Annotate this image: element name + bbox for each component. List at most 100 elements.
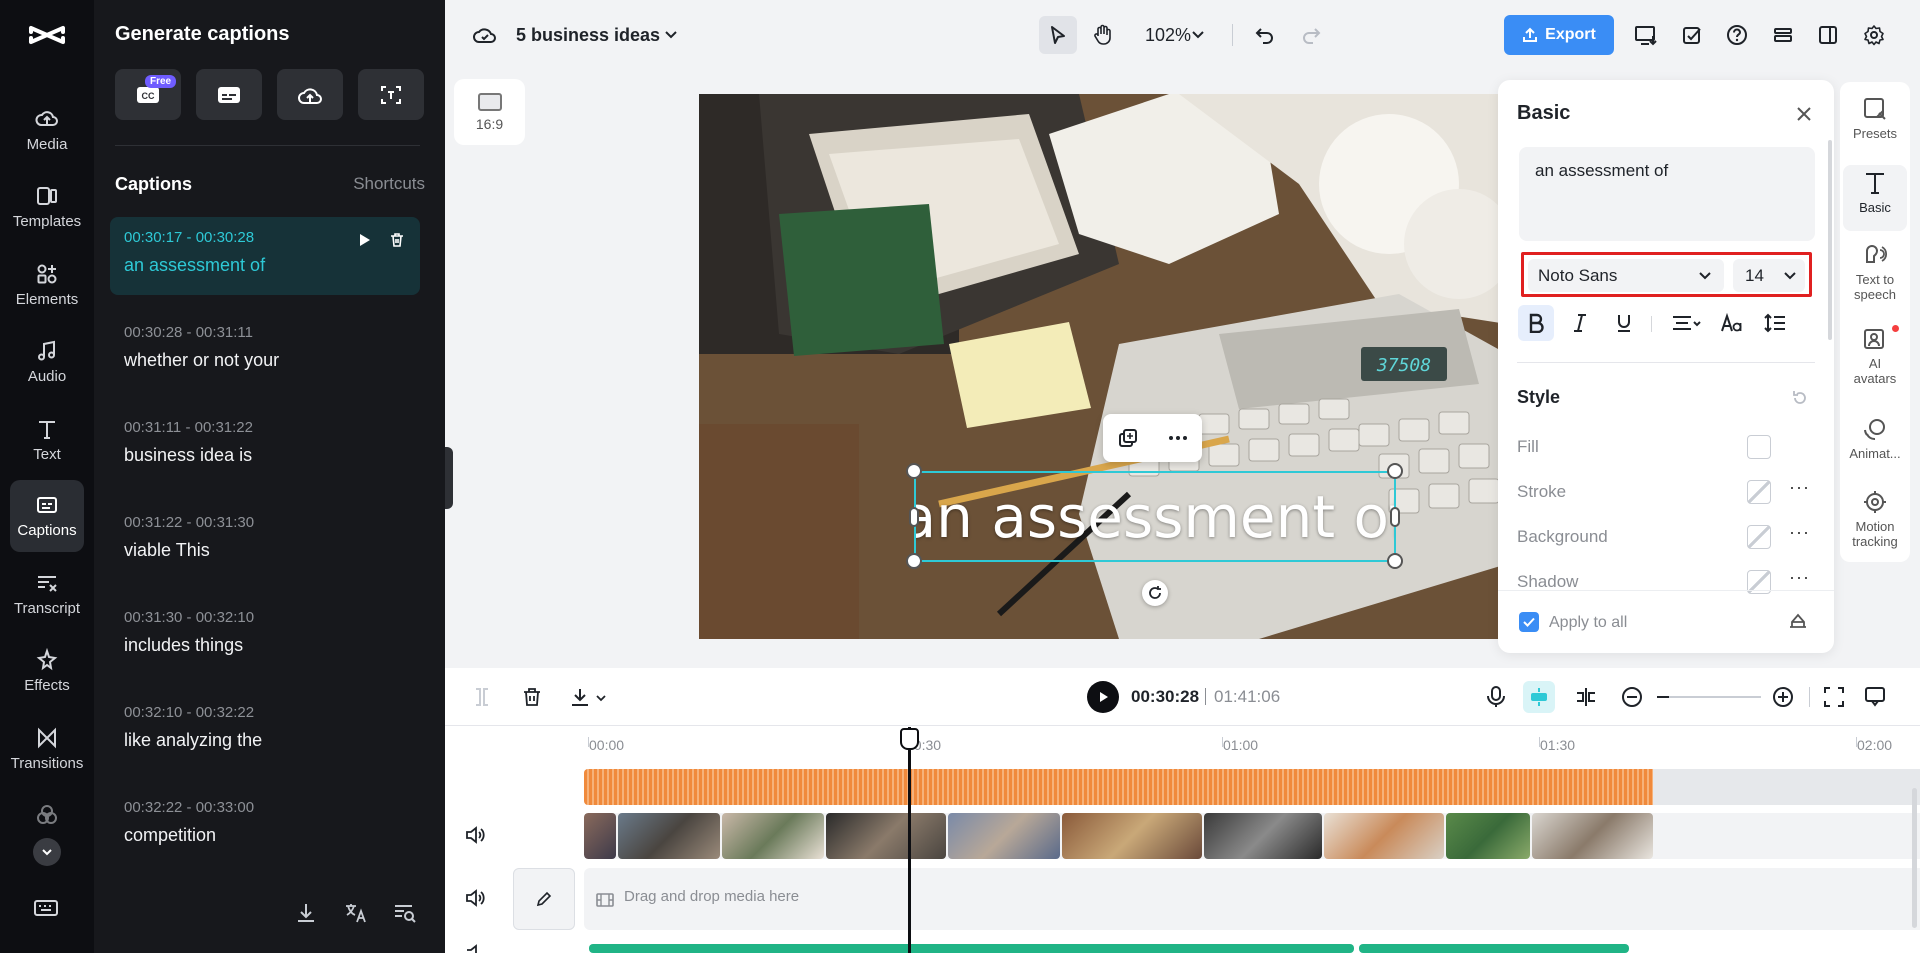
caption-track-clip[interactable] bbox=[589, 944, 1354, 953]
sidebar-item-transcript[interactable]: Transcript bbox=[10, 558, 84, 630]
video-clip[interactable] bbox=[1446, 813, 1530, 859]
select-tool-button[interactable] bbox=[1039, 16, 1077, 54]
trash-icon[interactable] bbox=[388, 231, 406, 249]
keyboard-shortcuts-button[interactable] bbox=[33, 898, 59, 918]
bold-button[interactable] bbox=[1518, 305, 1554, 341]
text-case-button[interactable] bbox=[1714, 305, 1750, 341]
scan-captions-button[interactable] bbox=[358, 69, 424, 120]
zoom-out-icon[interactable] bbox=[1621, 686, 1643, 708]
tab-basic[interactable]: Basic bbox=[1843, 165, 1907, 231]
hand-tool-button[interactable] bbox=[1090, 22, 1116, 48]
resize-handle[interactable] bbox=[906, 463, 922, 479]
resize-handle[interactable] bbox=[906, 553, 922, 569]
upload-captions-button[interactable] bbox=[277, 69, 343, 120]
play-button[interactable] bbox=[1087, 681, 1119, 713]
microphone-icon[interactable] bbox=[1485, 685, 1507, 709]
align-button[interactable] bbox=[1664, 305, 1708, 341]
panel-collapse-handle[interactable] bbox=[445, 447, 453, 509]
eraser-icon[interactable] bbox=[1787, 611, 1809, 631]
chevron-down-icon[interactable] bbox=[664, 28, 678, 42]
sidebar-item-transitions[interactable]: Transitions bbox=[10, 713, 84, 785]
present-button[interactable] bbox=[1633, 22, 1659, 48]
export-button[interactable]: Export bbox=[1504, 15, 1614, 55]
split-link-icon[interactable] bbox=[1574, 686, 1598, 708]
font-size-select[interactable]: 14 bbox=[1733, 259, 1805, 292]
aspect-ratio-button[interactable]: 16:9 bbox=[454, 79, 525, 145]
fit-screen-icon[interactable] bbox=[1823, 686, 1845, 708]
close-icon[interactable] bbox=[1794, 104, 1814, 124]
caption-item[interactable]: 00:31:11 - 00:31:22 business idea is bbox=[110, 407, 420, 485]
magnet-toggle[interactable] bbox=[1523, 681, 1555, 713]
search-replace-icon[interactable] bbox=[392, 900, 418, 926]
timeline-scrollbar[interactable] bbox=[1912, 788, 1917, 928]
zoom-slider[interactable] bbox=[1657, 696, 1761, 698]
tab-presets[interactable]: Presets bbox=[1840, 96, 1910, 141]
sidebar-item-audio[interactable]: Audio bbox=[10, 326, 84, 398]
auto-captions-button[interactable]: CC Free bbox=[115, 69, 181, 120]
stroke-color-swatch[interactable] bbox=[1747, 480, 1771, 504]
resize-handle[interactable] bbox=[1387, 553, 1403, 569]
zoom-in-icon[interactable] bbox=[1772, 686, 1794, 708]
selection-box[interactable] bbox=[914, 471, 1396, 562]
sidebar-item-captions[interactable]: Captions bbox=[10, 480, 84, 552]
video-clip[interactable] bbox=[1204, 813, 1322, 859]
video-clip[interactable] bbox=[1324, 813, 1444, 859]
video-clip[interactable] bbox=[1532, 813, 1653, 859]
trash-icon[interactable] bbox=[521, 686, 543, 708]
video-clip[interactable] bbox=[948, 813, 1060, 859]
caption-text[interactable]: like analyzing the bbox=[124, 730, 420, 751]
split-icon[interactable] bbox=[472, 686, 492, 708]
video-clip[interactable] bbox=[618, 813, 720, 859]
settings-button[interactable] bbox=[1861, 22, 1887, 48]
speaker-icon[interactable] bbox=[464, 887, 486, 909]
caption-text[interactable]: competition bbox=[124, 825, 420, 846]
download-icon[interactable] bbox=[569, 686, 591, 708]
layout-button[interactable] bbox=[1815, 22, 1841, 48]
sidebar-item-templates[interactable]: Templates bbox=[10, 171, 84, 243]
sidebar-item-elements[interactable]: Elements bbox=[10, 249, 84, 321]
resize-handle[interactable] bbox=[1387, 463, 1403, 479]
video-clip[interactable] bbox=[826, 813, 946, 859]
resize-handle[interactable] bbox=[909, 507, 919, 527]
project-name[interactable]: 5 business ideas bbox=[516, 25, 660, 46]
shortcuts-link[interactable]: Shortcuts bbox=[353, 174, 425, 194]
speaker-icon[interactable] bbox=[464, 824, 486, 846]
more-icon[interactable]: ··· bbox=[1789, 477, 1810, 498]
caption-item[interactable]: 00:32:22 - 00:33:00 competition bbox=[110, 787, 420, 865]
caption-text-input[interactable]: an assessment of bbox=[1519, 147, 1815, 241]
scrollbar[interactable] bbox=[1828, 140, 1832, 340]
layers-button[interactable] bbox=[1770, 22, 1796, 48]
caption-item[interactable]: 00:30:17 - 00:30:28 an assessment of bbox=[110, 217, 420, 295]
apply-to-all-checkbox[interactable] bbox=[1519, 612, 1539, 632]
background-color-swatch[interactable] bbox=[1747, 525, 1771, 549]
play-icon[interactable] bbox=[355, 231, 373, 249]
chevron-down-icon[interactable] bbox=[1191, 28, 1205, 42]
tab-text-to-speech[interactable]: Text to speech bbox=[1846, 242, 1904, 302]
manual-captions-button[interactable] bbox=[196, 69, 262, 120]
undo-button[interactable] bbox=[1251, 22, 1277, 48]
italic-button[interactable] bbox=[1562, 305, 1598, 341]
caption-item[interactable]: 00:32:10 - 00:32:22 like analyzing the bbox=[110, 692, 420, 770]
rotate-handle[interactable] bbox=[1142, 580, 1168, 606]
audio-waveform[interactable] bbox=[584, 769, 1653, 805]
resize-handle[interactable] bbox=[1390, 507, 1400, 527]
caption-item[interactable]: 00:31:22 - 00:31:30 viable This bbox=[110, 502, 420, 580]
font-family-select[interactable]: Noto Sans bbox=[1528, 259, 1724, 292]
cloud-save-icon[interactable] bbox=[473, 24, 497, 46]
sidebar-item-effects[interactable]: Effects bbox=[10, 635, 84, 707]
duplicate-icon[interactable] bbox=[1117, 427, 1139, 449]
line-spacing-button[interactable] bbox=[1757, 305, 1793, 341]
underline-button[interactable] bbox=[1606, 305, 1642, 341]
drop-zone[interactable]: Drag and drop media here bbox=[584, 868, 1920, 930]
tab-animation[interactable]: Animat... bbox=[1840, 416, 1910, 461]
more-icon[interactable]: ··· bbox=[1789, 567, 1810, 588]
video-clip[interactable] bbox=[584, 813, 616, 859]
video-clip[interactable] bbox=[1062, 813, 1202, 859]
caption-item[interactable]: 00:31:30 - 00:32:10 includes things bbox=[110, 597, 420, 675]
playhead[interactable] bbox=[908, 727, 911, 953]
caption-text[interactable]: business idea is bbox=[124, 445, 420, 466]
edit-cover-button[interactable] bbox=[513, 868, 575, 930]
video-clip[interactable] bbox=[722, 813, 824, 859]
translate-icon[interactable] bbox=[343, 900, 369, 926]
chevron-down-icon[interactable] bbox=[595, 692, 607, 704]
